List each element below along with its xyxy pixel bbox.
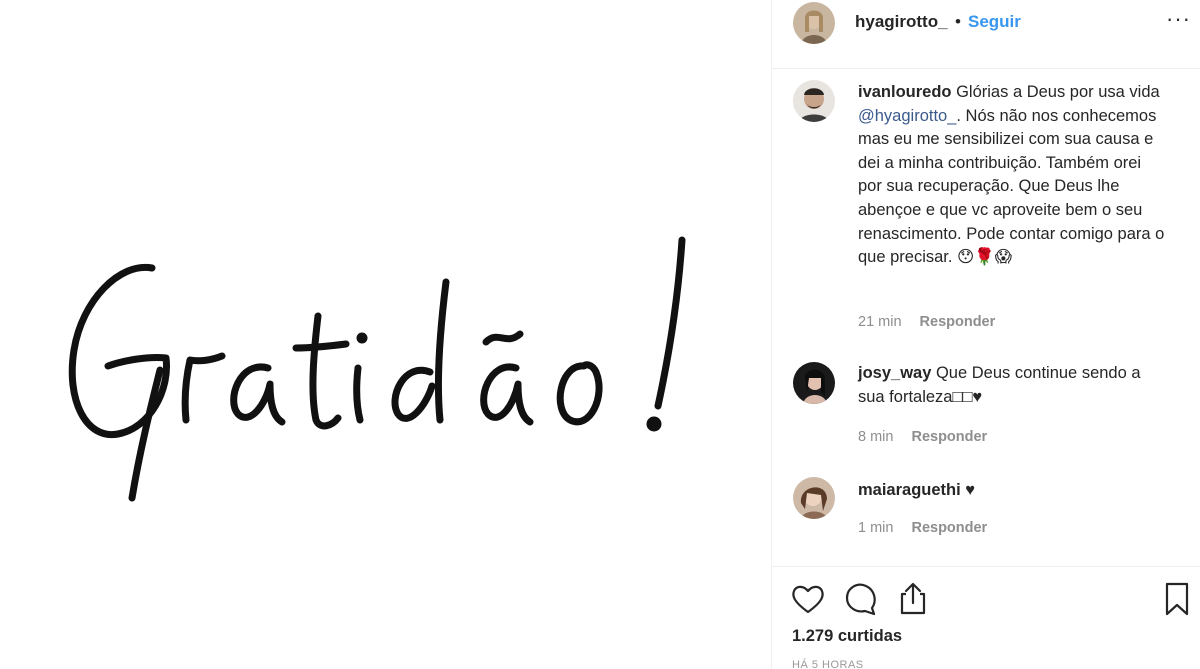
commenter-avatar[interactable] [793, 477, 835, 519]
comment-meta: 8 min Responder [858, 429, 987, 445]
handwritten-gratidao-image [68, 236, 686, 502]
header-separator: • [955, 12, 961, 31]
comment-body: ♥ [960, 481, 976, 499]
bookmark-icon[interactable] [1159, 581, 1195, 622]
comment-text: josy_way Que Deus continue sendo a sua f… [858, 362, 1168, 409]
comment-time: 8 min [858, 429, 894, 445]
reply-button[interactable]: Responder [911, 520, 987, 536]
post-image[interactable] [0, 0, 771, 669]
comment-body: Glórias a Deus por usa vida [951, 83, 1160, 101]
follow-button[interactable]: Seguir [968, 12, 1021, 32]
likes-count[interactable]: 1.279 curtidas [792, 627, 902, 646]
reply-button[interactable]: Responder [920, 314, 996, 330]
comment-meta: 21 min Responder [858, 314, 995, 330]
comment-body: . Nós não nos conhecemos mas eu me sensi… [858, 106, 1165, 267]
comment-text: ivanlouredo Glórias a Deus por usa vida … [858, 81, 1168, 270]
comment-username[interactable]: maiaraguethi [858, 481, 961, 499]
post-timestamp: HÁ 5 HORAS [792, 659, 864, 669]
post-header: hyagirotto_ • Seguir ··· [772, 0, 1200, 69]
comments-list[interactable]: ivanlouredo Glórias a Deus por usa vida … [772, 70, 1200, 566]
more-options-icon[interactable]: ··· [1166, 6, 1191, 32]
comment-time: 21 min [858, 314, 902, 330]
comment-meta: 1 min Responder [858, 520, 987, 536]
comment-mention[interactable]: @hyagirotto_ [858, 107, 956, 125]
commenter-avatar[interactable] [793, 362, 835, 404]
author-username[interactable]: hyagirotto_ [855, 12, 948, 32]
comment-username[interactable]: ivanlouredo [858, 83, 952, 101]
author-avatar[interactable] [793, 2, 835, 44]
comment-username[interactable]: josy_way [858, 364, 931, 382]
post-actions: 1.279 curtidas HÁ 5 HORAS [772, 566, 1200, 669]
reply-button[interactable]: Responder [911, 429, 987, 445]
heart-icon[interactable] [790, 581, 826, 622]
comment-icon[interactable] [843, 581, 879, 622]
comment-text: maiaraguethi ♥ [858, 479, 1168, 503]
commenter-avatar[interactable] [793, 80, 835, 122]
post-side-panel: hyagirotto_ • Seguir ··· ivanlouredo Gló… [771, 0, 1200, 669]
comment-time: 1 min [858, 520, 894, 536]
share-icon[interactable] [895, 581, 931, 622]
